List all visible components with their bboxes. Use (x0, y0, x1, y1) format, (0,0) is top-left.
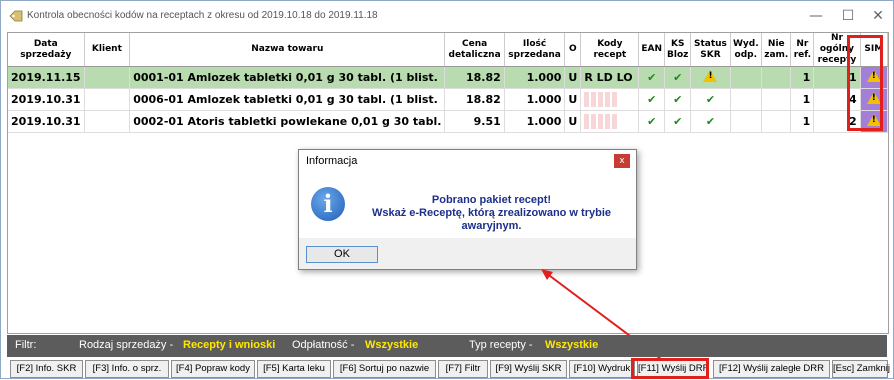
filter-typ-value: Wszystkie (545, 339, 599, 351)
f9-wyslij-skr-button[interactable]: [F9] Wyślij SKR (490, 360, 567, 378)
f12-wyslij-zalegle-drr-button[interactable]: [F12] Wyślij zaległe DRR (713, 360, 830, 378)
filter-label: Filtr: (15, 339, 37, 351)
annotation-arrow (541, 269, 670, 366)
filter-rodzaj-label: Rodzaj sprzedaży - (79, 339, 174, 351)
filter-odplatnosc-label: Odpłatność - (292, 339, 355, 351)
f3-info-sprz-button[interactable]: [F3] Info. o sprz. (85, 360, 169, 378)
f10-wydruk-button[interactable]: [F10] Wydruk (569, 360, 635, 378)
filter-bar: Filtr: Rodzaj sprzedaży - Recepty i wnio… (7, 335, 887, 357)
f4-popraw-kody-button[interactable]: [F4] Popraw kody (171, 360, 255, 378)
f11-highlight (631, 358, 709, 379)
function-key-bar: [F2] Info. SKR [F3] Info. o sprz. [F4] P… (7, 359, 890, 379)
main-window: Kontrola obecności kodów na receptach z … (0, 0, 894, 379)
filter-typ-label: Typ recepty - (469, 339, 533, 351)
filter-rodzaj-value: Recepty i wnioski (183, 339, 276, 351)
f2-info-skr-button[interactable]: [F2] Info. SKR (10, 360, 83, 378)
filter-odplatnosc-value: Wszystkie (365, 339, 419, 351)
f5-karta-leku-button[interactable]: [F5] Karta leku (257, 360, 331, 378)
f7-filtr-button[interactable]: [F7] Filtr (438, 360, 488, 378)
f6-sortuj-button[interactable]: [F6] Sortuj po nazwie (333, 360, 436, 378)
esc-zamknij-button[interactable]: [Esc] Zamknij (832, 360, 890, 378)
